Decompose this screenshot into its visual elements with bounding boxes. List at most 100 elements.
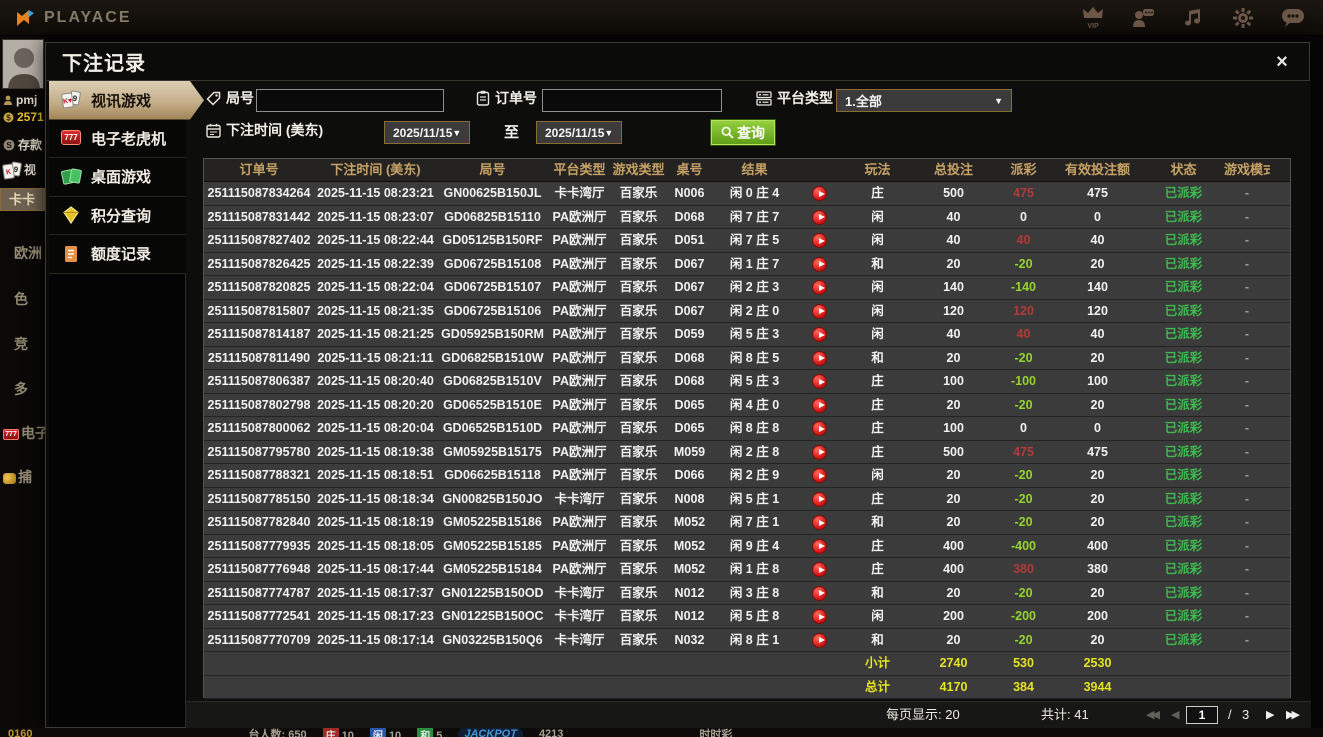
play-video-button[interactable] [812,327,827,342]
header-cell: 游戏模式 [1224,162,1270,177]
cell-result: 闲 1 庄 8 [729,562,780,576]
play-video-button[interactable] [812,538,827,554]
cell-valid-bet: 140 [1087,280,1108,294]
table-row: 251115087814187 2025-11-15 08:21:25 GD05… [204,323,1290,347]
category-kaka[interactable]: 卡卡 [0,188,45,211]
play-video-button[interactable] [812,374,827,389]
cell-valid-bet: 475 [1087,444,1108,459]
cell-table-no: D067 [674,280,705,294]
first-page-button[interactable]: ◀◀ [1146,702,1160,728]
menu-item-points[interactable]: 积分查询 [49,196,186,235]
cell-total-bet: 40 [946,209,961,224]
table-row: 251115087834264 2025-11-15 08:23:21 GN00… [204,182,1290,206]
header-cell: 派彩 [1010,162,1037,177]
cell-payout: -20 [1014,585,1033,600]
play-video-button[interactable] [812,256,827,272]
category-slots[interactable]: 777 电子 [0,416,45,450]
cell-result: 闲 8 庄 5 [729,350,780,365]
play-video-button[interactable] [812,632,827,648]
play-video-button[interactable] [812,209,827,225]
menu-item-table-games[interactable]: 桌面游戏 [49,158,186,197]
cell-game-mode: - [1244,397,1250,412]
cell-bet-time: 2025-11-15 08:18:51 [317,468,434,482]
cell-status: 已派彩 [1164,585,1203,600]
cell-order-id: 251115087820825 [207,280,311,294]
category-jing[interactable]: 竞 [0,327,45,361]
cell-game-mode: - [1244,515,1250,529]
play-video-button[interactable] [812,280,827,295]
menu-item-credit-records[interactable]: 额度记录 [49,235,186,274]
close-icon[interactable]: × [1271,51,1293,73]
settings-gear-icon[interactable] [1231,6,1255,30]
cell-valid-bet: 20 [1090,256,1105,271]
cell-payout: 475 [1013,186,1034,200]
cell-payout: 40 [1016,233,1031,247]
svg-text:S: S [6,141,12,150]
category-se[interactable]: 色 [0,282,45,316]
play-video-button[interactable] [812,585,827,601]
prev-page-button[interactable]: ◀ [1171,702,1180,728]
support-icon[interactable] [1131,6,1155,30]
play-video-button[interactable] [812,303,827,319]
cell-game-type: 百家乐 [619,303,658,318]
play-video-button[interactable] [812,468,827,483]
category-duo[interactable]: 多 [0,372,45,406]
deposit-row[interactable]: S 存款 [3,136,42,153]
menu-label: 额度记录 [91,246,152,264]
search-icon [721,126,734,139]
cell-round-id: GM05225B15184 [443,562,542,576]
video-games-row[interactable]: 9 K 视 [2,160,36,180]
play-video-button[interactable] [812,397,827,413]
menu-item-video-games[interactable]: 9 K♥ 视讯游戏 [49,81,204,120]
cell-result: 闲 8 庄 1 [729,632,780,647]
next-page-button[interactable]: ▶ [1266,702,1275,728]
play-video-button[interactable] [812,515,827,530]
user-balance: 2571 [17,110,44,124]
play-video-button[interactable] [812,233,827,248]
play-icon [818,613,825,620]
table-games-icon [60,167,83,187]
menu-item-slots[interactable]: 777 电子老虎机 [49,119,186,158]
vip-icon[interactable]: VIP [1081,6,1105,30]
cell-total-bet: 20 [946,397,961,412]
play-video-button[interactable] [812,562,827,577]
cell-valid-bet: 400 [1087,538,1108,553]
order-input[interactable] [542,89,722,112]
search-button[interactable]: 查询 [710,119,776,146]
cell-round-id: GD06625B15118 [444,468,541,482]
cell-result: 闲 7 庄 1 [729,515,780,529]
music-icon[interactable] [1181,6,1205,30]
cell-order-id: 251115087772541 [207,609,311,623]
play-video-button[interactable] [812,186,827,201]
svg-text:VIP: VIP [1087,23,1099,29]
platform-select[interactable]: 1.全部 ▼ [836,89,1012,112]
cell-total-bet: 20 [946,632,961,647]
cell-table-no: M052 [673,538,706,553]
date-to-select[interactable]: 2025/11/15 ▼ [536,121,622,144]
date-from-select[interactable]: 2025/11/15 ▼ [384,121,470,144]
category-fishing[interactable]: 捕 [0,460,45,494]
page-input[interactable]: 1 [1186,706,1218,724]
play-video-button[interactable] [812,491,827,507]
chat-icon[interactable] [1281,6,1305,30]
cell-result: 闲 3 庄 8 [729,585,780,600]
cell-table-no: N008 [674,491,705,506]
cell-result: 闲 4 庄 0 [729,397,780,412]
cell-game-mode: - [1244,491,1250,506]
play-video-button[interactable] [812,444,827,460]
round-input[interactable] [256,89,444,112]
last-page-button[interactable]: ▶▶ [1286,702,1300,728]
cell-bet-time: 2025-11-15 08:17:44 [317,562,434,576]
play-video-button[interactable] [812,421,827,436]
play-video-button[interactable] [812,350,827,366]
cell-platform: 卡卡湾厅 [554,632,605,647]
cell-bet-type: 闲 [871,327,884,341]
page-separator: / [1228,707,1232,722]
cell-valid-bet: 475 [1087,186,1108,200]
category-europe[interactable]: 欧洲 [0,236,45,270]
cell-result: 闲 5 庄 1 [729,491,780,506]
header-cell: 有效投注额 [1064,162,1130,177]
cell-table-no: M052 [673,562,706,576]
avatar[interactable] [2,39,44,89]
play-video-button[interactable] [812,609,827,624]
